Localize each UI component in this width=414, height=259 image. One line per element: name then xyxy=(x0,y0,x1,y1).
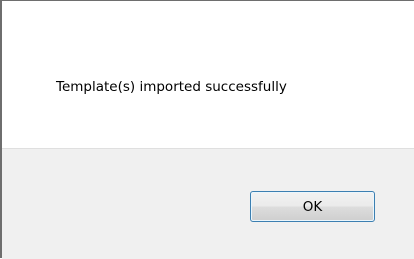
dialog-message: Template(s) imported successfully xyxy=(56,79,287,95)
ok-button[interactable]: OK xyxy=(250,191,375,222)
dialog-content: Template(s) imported successfully xyxy=(2,1,414,148)
message-dialog: Template(s) imported successfully OK xyxy=(0,0,414,259)
dialog-footer: OK xyxy=(2,148,414,259)
